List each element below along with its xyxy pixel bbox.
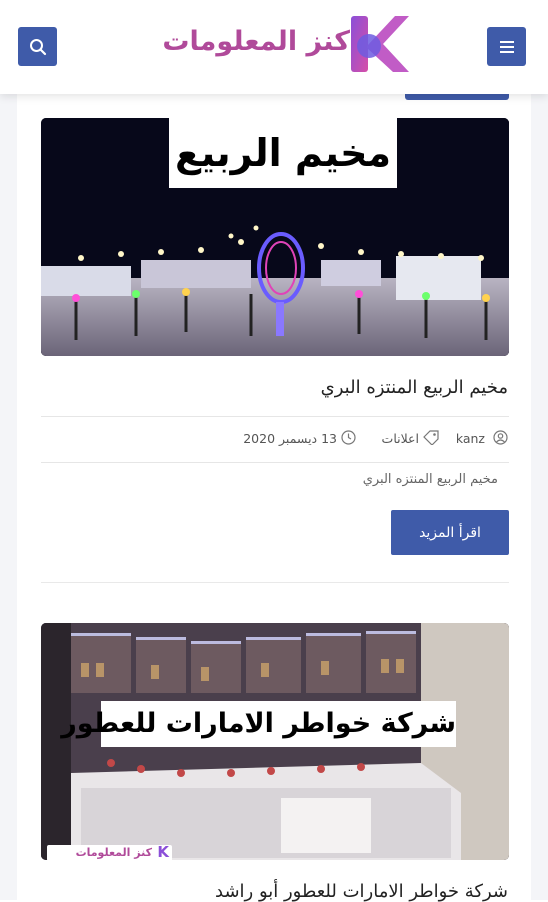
clock-icon: [341, 430, 356, 445]
post-title[interactable]: شركة خواطر الامارات للعطور أبو راشد: [215, 881, 508, 902]
menu-button[interactable]: [487, 27, 526, 66]
divider: [41, 416, 509, 417]
post-author[interactable]: kanz: [456, 431, 485, 446]
menu-icon: [499, 40, 514, 53]
divider: [41, 462, 509, 463]
read-more-button[interactable]: اقرأ المزيد: [391, 510, 509, 555]
post-thumbnail[interactable]: شركة خواطر الامارات للعطور كنز المعلومات…: [41, 623, 509, 860]
search-icon: [29, 38, 46, 55]
post-title[interactable]: مخيم الربيع المنتزه البري: [321, 377, 508, 398]
post-date: 13 ديسمبر 2020: [243, 431, 337, 446]
search-button[interactable]: [18, 27, 57, 66]
site-logo[interactable]: كنز المعلومات: [140, 12, 410, 76]
logo-text: كنز المعلومات: [162, 26, 350, 57]
author-icon: [493, 430, 508, 445]
image-watermark-logo: كنز المعلومات K: [47, 843, 172, 860]
logo-k-mark: [351, 16, 409, 72]
site-header: كنز المعلومات: [0, 0, 548, 94]
post-thumbnail[interactable]: مخيم الربيع: [41, 118, 509, 356]
post-image-caption: مخيم الربيع: [169, 118, 397, 188]
watermark-k-mark: K: [157, 843, 169, 860]
post-excerpt: مخيم الربيع المنتزه البري: [362, 472, 498, 487]
post-separator: [41, 582, 509, 583]
tag-icon: [423, 430, 439, 445]
previous-read-more-button[interactable]: [405, 94, 509, 100]
watermark-text: كنز المعلومات: [75, 846, 152, 859]
post-image-caption: شركة خواطر الامارات للعطور: [61, 701, 456, 747]
post-category[interactable]: اعلانات: [382, 431, 419, 446]
